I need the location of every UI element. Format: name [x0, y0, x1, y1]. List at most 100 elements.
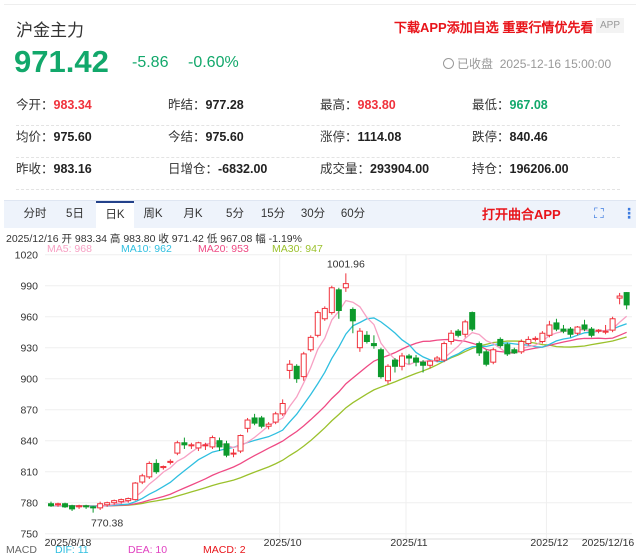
candle-body: [349, 308, 356, 322]
candle-body: [153, 462, 160, 473]
ma5-line: [50, 299, 628, 508]
candle-body: [356, 330, 363, 349]
candle-body: [139, 475, 146, 483]
candle-body: [581, 324, 588, 330]
y-tick-label: 780: [20, 498, 38, 510]
candle-body: [104, 502, 111, 506]
candle-body: [567, 328, 574, 335]
candle-body: [48, 503, 54, 507]
candle-body: [588, 328, 595, 336]
candle-body: [244, 419, 251, 429]
candle-body: [363, 334, 370, 342]
candle-body: [223, 443, 230, 456]
candle-body: [602, 330, 609, 333]
candle-body: [448, 332, 455, 343]
candle-body: [518, 341, 525, 353]
macd-legend-item: MACD: [6, 544, 37, 556]
candle-body: [132, 482, 139, 501]
candle-body: [328, 287, 335, 314]
y-tick-label: 870: [20, 405, 38, 417]
y-tick-label: 930: [20, 343, 38, 355]
candle-body: [462, 321, 469, 335]
candle-body: [111, 500, 118, 504]
y-tick-label: 960: [20, 312, 38, 324]
candle-body: [279, 403, 286, 415]
y-tick-label: 1020: [15, 250, 39, 262]
candle-body: [202, 444, 209, 447]
candle-body: [307, 336, 314, 351]
candle-body: [286, 363, 293, 371]
candle-body: [483, 351, 490, 365]
x-tick-label: 2025/11: [390, 537, 427, 549]
max-price-annotation: 1001.96: [327, 258, 365, 270]
candle-body: [160, 466, 167, 469]
candle-body: [125, 498, 132, 502]
candle-body: [265, 423, 272, 427]
candle-body: [146, 462, 153, 478]
candle-body: [623, 292, 630, 306]
candle-body: [83, 505, 90, 508]
candle-body: [55, 503, 62, 506]
candle-body: [595, 329, 602, 332]
candle-body: [188, 444, 195, 447]
candle-body: [76, 505, 83, 508]
x-tick-label: 2025/10: [264, 537, 302, 549]
y-tick-label: 840: [20, 436, 38, 448]
candle-body: [230, 452, 237, 455]
candle-body: [525, 338, 532, 345]
candle-body: [511, 349, 518, 354]
candle-body: [399, 355, 405, 367]
candle-body: [391, 359, 398, 367]
min-price-annotation: 770.38: [91, 518, 123, 530]
candle-body: [539, 332, 546, 343]
candle-body: [167, 460, 174, 463]
ma20-line: [50, 331, 627, 507]
y-tick-label: 990: [20, 281, 38, 293]
candle-body: [532, 337, 539, 340]
candle-body: [427, 360, 434, 366]
candle-body: [90, 506, 97, 509]
macd-legend-item: DIF: 11: [55, 544, 89, 556]
x-tick-label: 2025/12: [530, 537, 568, 549]
candle-body: [560, 328, 567, 332]
y-tick-label: 750: [20, 529, 38, 541]
candle-body: [118, 499, 125, 503]
ma30-line: [50, 336, 627, 507]
candle-body: [609, 318, 616, 331]
kline-chart[interactable]: 10209909609309008708408107807502025/8/18…: [0, 0, 640, 549]
candle-body: [342, 283, 349, 289]
candle-body: [370, 343, 377, 347]
candle-body: [251, 417, 258, 424]
candle-body: [546, 324, 553, 336]
candle-body: [406, 355, 413, 359]
candle-body: [455, 330, 462, 336]
candle-body: [384, 365, 391, 382]
candle-body: [469, 312, 476, 330]
candle-body: [616, 295, 623, 299]
candle-body: [497, 338, 504, 347]
candle-body: [300, 353, 307, 378]
candle-body: [181, 442, 188, 446]
candle-body: [97, 503, 104, 509]
candle-body: [476, 343, 483, 354]
candle-body: [413, 357, 420, 363]
candle-body: [314, 312, 321, 336]
candle-body: [69, 505, 76, 510]
candle-body: [434, 357, 441, 361]
candle-body: [574, 326, 581, 334]
candle-body: [293, 365, 300, 380]
candle-body: [504, 344, 511, 355]
candle-body: [237, 435, 244, 452]
candle-body: [62, 503, 69, 508]
candle-body: [553, 322, 560, 330]
candle-body: [272, 413, 279, 423]
candle-body: [441, 343, 448, 361]
x-tick-label: 2025/12/16: [582, 537, 635, 549]
y-tick-label: 900: [20, 374, 38, 386]
macd-legend-item: MACD: 2: [203, 544, 246, 556]
candle-body: [335, 289, 342, 312]
candle-body: [216, 440, 223, 448]
candle-body: [174, 442, 181, 454]
candle-body: [195, 442, 202, 449]
y-tick-label: 810: [20, 467, 38, 479]
